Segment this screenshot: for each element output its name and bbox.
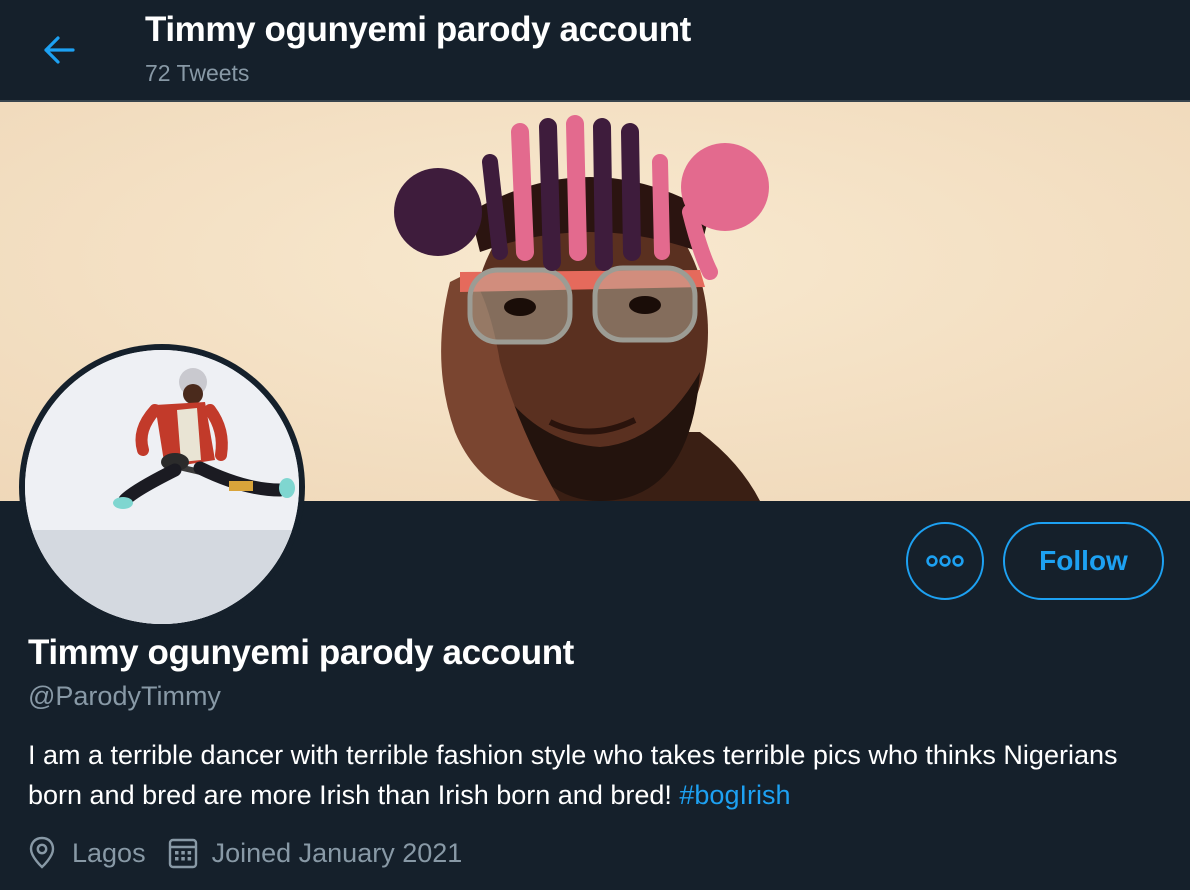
back-button[interactable] [33, 24, 85, 76]
more-options-icon [926, 555, 964, 567]
arrow-left-icon [44, 36, 75, 64]
profile-page: Timmy ogunyemi parody account 72 Tweets [0, 0, 1190, 890]
profile-avatar[interactable] [19, 344, 305, 630]
top-header-bar: Timmy ogunyemi parody account 72 Tweets [0, 0, 1190, 102]
header-title: Timmy ogunyemi parody account [145, 10, 691, 49]
joined-item: Joined January 2021 [168, 837, 463, 869]
profile-meta: Lagos Joined January 2021 [28, 833, 462, 873]
more-options-button[interactable] [906, 522, 984, 600]
profile-bio: I am a terrible dancer with terrible fas… [28, 735, 1168, 815]
bio-hashtag-link[interactable]: #bogIrish [679, 780, 790, 810]
tweet-count: 72 Tweets [145, 60, 250, 86]
location-text: Lagos [72, 837, 146, 868]
calendar-icon [168, 838, 197, 869]
bio-text: I am a terrible dancer with terrible fas… [28, 740, 1118, 810]
avatar-photo [25, 350, 299, 624]
location-item: Lagos [28, 836, 168, 870]
joined-date-text: Joined January 2021 [211, 837, 463, 868]
location-pin-icon [29, 836, 55, 869]
profile-display-name: Timmy ogunyemi parody account [28, 633, 574, 672]
profile-handle: @ParodyTimmy [28, 681, 221, 711]
avatar-dancer-illustration [25, 350, 299, 624]
follow-button[interactable]: Follow [1003, 522, 1164, 600]
